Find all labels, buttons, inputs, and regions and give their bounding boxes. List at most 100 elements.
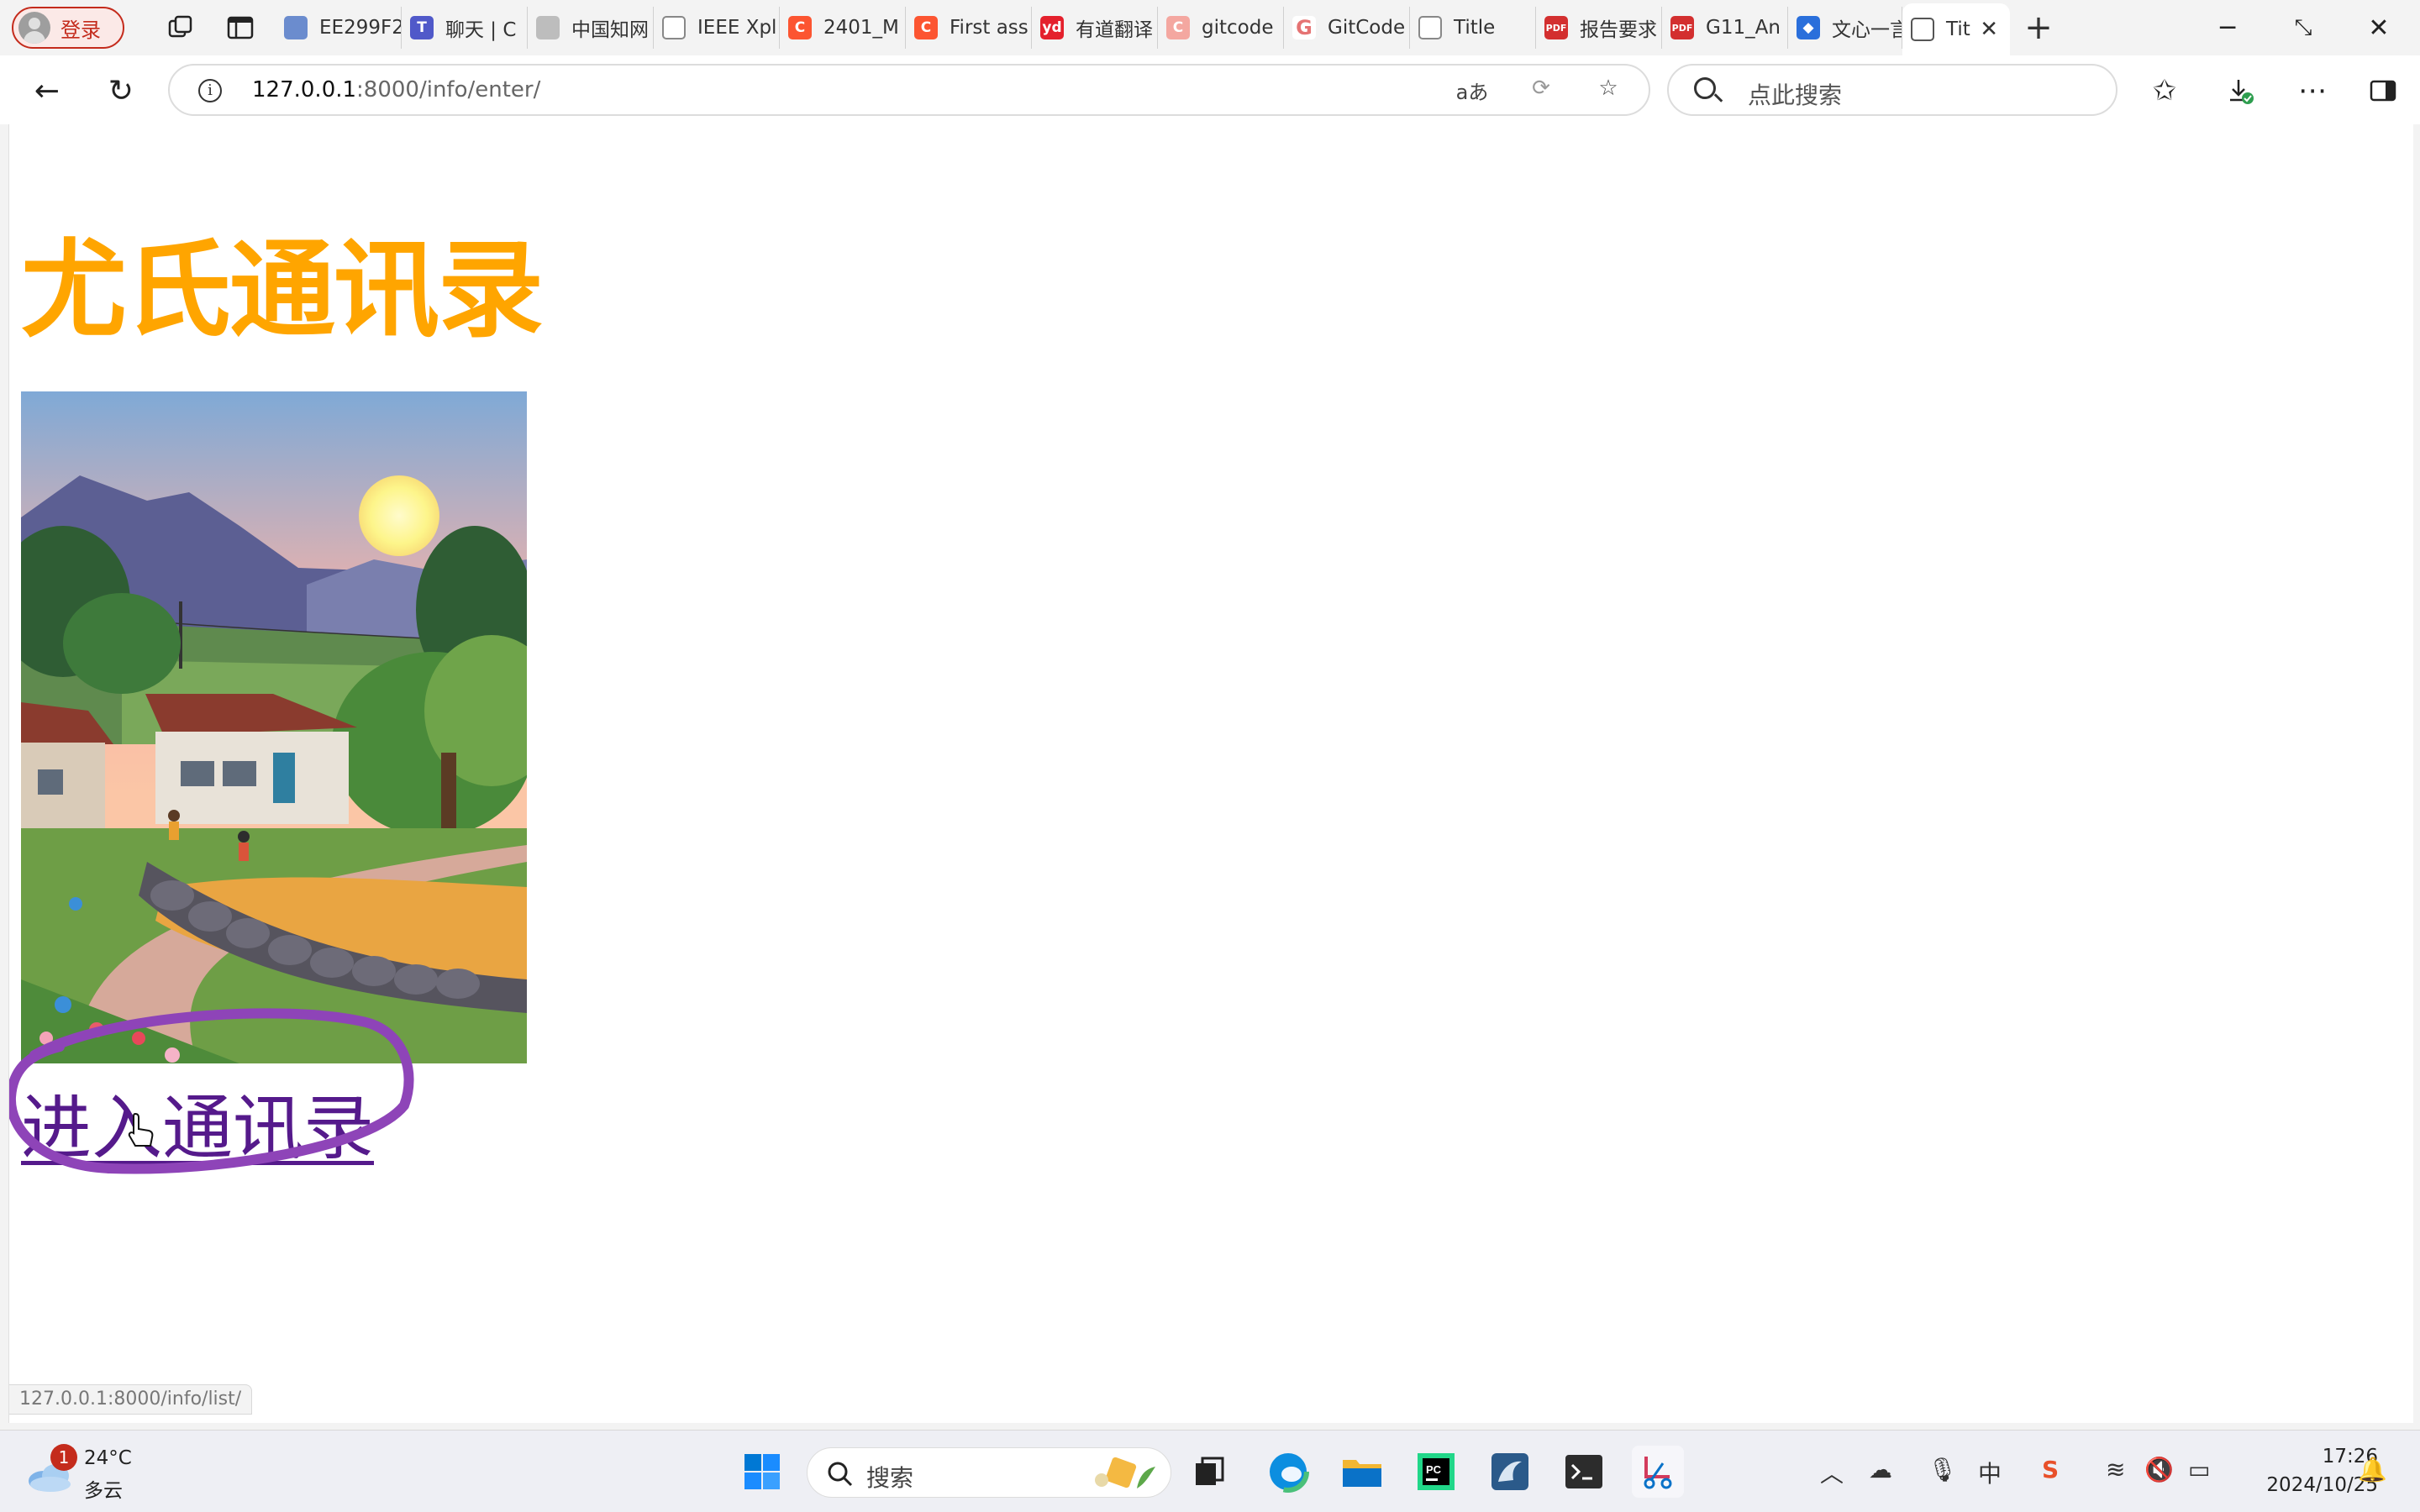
more-menu-icon[interactable]: ⋯ [2289, 67, 2336, 114]
pycharm-icon: PC [1418, 1453, 1455, 1490]
search-placeholder: 点此搜索 [1748, 81, 1843, 109]
search-icon [1694, 77, 1716, 99]
restore-button[interactable]: ⤡ [2264, 0, 2343, 55]
weather-widget[interactable]: 1 24°C 多云 [25, 1444, 176, 1503]
sogou-ime-icon[interactable]: S [2042, 1456, 2059, 1483]
profile-button[interactable]: 登录 [12, 7, 124, 49]
tab[interactable]: G GitCode [1284, 7, 1410, 49]
taskbar-search[interactable]: 搜索 [807, 1447, 1171, 1498]
hand-cursor-icon [128, 1112, 154, 1147]
edge-app-button[interactable] [1262, 1446, 1314, 1498]
tab-label: 文心一言 [1832, 19, 1902, 41]
tab[interactable]: IEEE Xpl [654, 7, 780, 49]
task-view-button[interactable] [1183, 1446, 1235, 1498]
url-text: 127.0.0.1:8000/info/enter/ [252, 77, 540, 102]
read-aloud-icon[interactable]: aあ [1455, 76, 1489, 108]
page-icon [1418, 16, 1442, 39]
sidebar-toggle-icon[interactable] [2360, 67, 2407, 114]
address-bar[interactable]: i 127.0.0.1:8000/info/enter/ aあ ⟳ ☆ [168, 64, 1650, 116]
vertical-tabs-icon[interactable] [217, 4, 264, 51]
weather-condition: 多云 [84, 1480, 123, 1502]
avatar [18, 12, 50, 44]
tab-label: EE299F2 [319, 17, 402, 39]
favorite-star-icon[interactable]: ☆ [1591, 76, 1625, 108]
cnki-icon [536, 16, 560, 39]
notification-badge: 1 [50, 1444, 77, 1471]
page-title: 尤氏通讯录 [21, 228, 544, 352]
url-path: :8000/info/enter/ [356, 77, 541, 102]
tab-strip: 登录 EE299F2 T 聊天 | C 中国知网 IEEE Xpl C 2401_M… [0, 0, 2420, 55]
reload-button[interactable]: ↻ [97, 67, 145, 114]
new-tab-button[interactable]: + [2013, 4, 2064, 51]
tab[interactable]: yd 有道翻译 [1032, 7, 1158, 49]
tab-label: Title [1454, 17, 1496, 39]
downloads-icon[interactable] [2217, 67, 2264, 114]
tab-label: First ass [950, 17, 1028, 39]
youdao-icon: yd [1040, 16, 1064, 39]
page-viewport: 尤氏通讯录 进入通讯录 127.0.0.1:8000/info/list/ [8, 124, 2413, 1423]
tab[interactable]: EE299F2 [276, 7, 402, 49]
svg-text:PC: PC [1426, 1463, 1442, 1476]
show-hidden-icons-icon[interactable]: ︿ [1820, 1456, 1844, 1489]
tab-label: 有道翻译 [1076, 19, 1153, 41]
site-info-icon[interactable]: i [198, 79, 222, 102]
close-tab-icon[interactable]: ✕ [1980, 17, 1998, 42]
tab-active[interactable]: Tit ✕ [1902, 3, 2010, 55]
tab-label: 2401_M [823, 17, 899, 39]
tab-label: G11_An [1706, 17, 1781, 39]
dolphin-icon [1491, 1453, 1528, 1490]
tab[interactable]: C 2401_M [780, 7, 906, 49]
minimize-button[interactable]: ─ [2188, 0, 2267, 55]
tab[interactable]: C First ass [906, 7, 1032, 49]
copilot-refresh-icon[interactable]: ⟳ [1524, 76, 1558, 108]
workspaces-icon[interactable] [158, 4, 205, 51]
snipping-tool-button[interactable] [1632, 1446, 1684, 1498]
wenxin-icon: ◆ [1797, 16, 1820, 39]
search-box[interactable]: 点此搜索 [1667, 64, 2118, 116]
terminal-app-button[interactable] [1558, 1446, 1610, 1498]
csdn-icon: C [914, 16, 938, 39]
tab[interactable]: PDF G11_An [1662, 7, 1788, 49]
search-highlight-icon [1095, 1457, 1155, 1488]
image-tab-icon [284, 16, 308, 39]
pdf-icon: PDF [1544, 16, 1568, 39]
task-view-icon [1196, 1457, 1224, 1485]
terminal-icon [1565, 1455, 1602, 1488]
purple-annotation-circle [9, 1008, 414, 1174]
onedrive-sync-icon[interactable]: ☁ [1869, 1456, 1892, 1483]
tab-label: GitCode [1328, 17, 1406, 39]
tab[interactable]: Title [1410, 7, 1536, 49]
clock-time: 17:26 [2322, 1446, 2378, 1467]
favorites-icon[interactable]: ✩ [2141, 67, 2188, 114]
village-sunset-image [21, 391, 527, 1063]
taskbar: 1 24°C 多云 搜索 PC ︿ ☁ 🎙 中 S ≋ 🔇 ▭ 17:26 20… [0, 1430, 2420, 1512]
mysql-workbench-button[interactable] [1484, 1446, 1536, 1498]
search-icon [828, 1462, 853, 1487]
page-icon [1911, 18, 1934, 41]
status-bar-url: 127.0.0.1:8000/info/list/ [9, 1384, 253, 1415]
notification-bell-icon[interactable]: 🔔 [2358, 1456, 2387, 1483]
microphone-icon[interactable]: 🎙 [1928, 1456, 1958, 1483]
battery-icon[interactable]: ▭ [2188, 1456, 2210, 1483]
speaker-muted-icon[interactable]: 🔇 [2144, 1456, 2174, 1483]
csdn-icon: C [788, 16, 812, 39]
file-explorer-button[interactable] [1336, 1446, 1388, 1498]
tab[interactable]: ◆ 文心一言 [1788, 7, 1902, 49]
clock[interactable]: 17:26 2024/10/25 [2227, 1442, 2378, 1499]
windows-logo-icon [744, 1454, 780, 1489]
browser-toolbar: ← ↻ i 127.0.0.1:8000/info/enter/ aあ ⟳ ☆ … [0, 55, 2420, 124]
tab[interactable]: PDF 报告要求 [1536, 7, 1662, 49]
tab[interactable]: 中国知网 [528, 7, 654, 49]
back-button[interactable]: ← [24, 67, 71, 114]
tab[interactable]: T 聊天 | C [402, 7, 528, 49]
wifi-icon[interactable]: ≋ [2106, 1456, 2125, 1483]
tab-label: Tit [1946, 18, 1970, 40]
pycharm-app-button[interactable]: PC [1410, 1446, 1462, 1498]
close-window-button[interactable]: ✕ [2339, 0, 2418, 55]
tab[interactable]: Cgitcode [1158, 7, 1284, 49]
profile-label: 登录 [60, 18, 101, 42]
tab-label: IEEE Xpl [697, 17, 777, 39]
gitcode-icon: G [1292, 16, 1316, 39]
start-button[interactable] [736, 1446, 788, 1498]
input-method-indicator[interactable]: 中 [1978, 1456, 2002, 1489]
